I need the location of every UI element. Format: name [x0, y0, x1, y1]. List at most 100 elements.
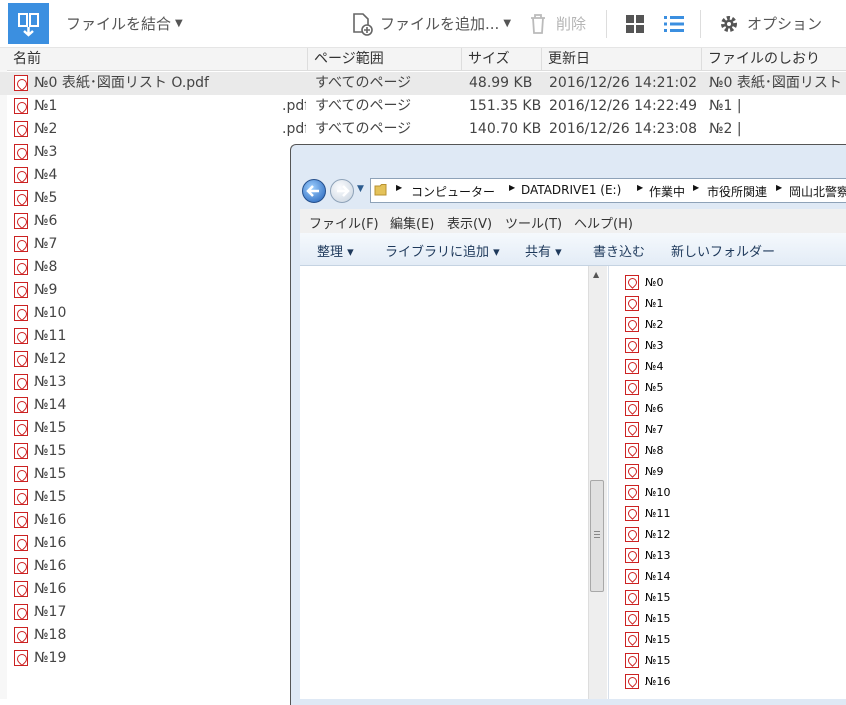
- file-name: №7: [34, 236, 58, 252]
- page-range: すべてのページ: [315, 121, 412, 137]
- explorer-file-name: №11: [645, 507, 671, 520]
- explorer-file-name: №15: [645, 654, 671, 667]
- pdf-file-icon: [625, 506, 639, 521]
- scroll-up-arrow-icon[interactable]: ▲: [593, 270, 599, 279]
- pdf-file-icon: [625, 485, 639, 500]
- pdf-file-icon: [625, 422, 639, 437]
- pdf-file-icon: [14, 650, 28, 666]
- breadcrumb-separator-icon: ▶: [396, 183, 403, 192]
- pdf-file-icon: [14, 443, 28, 459]
- file-name: №13: [34, 374, 67, 390]
- pdf-file-icon: [14, 627, 28, 643]
- breadcrumb-working[interactable]: 作業中: [649, 183, 685, 200]
- address-bar[interactable]: ▶ コンピューター ▶ DATADRIVE1 (E:) ▶ 作業中 ▶ 市役所関…: [370, 178, 846, 203]
- pdf-file-icon: [14, 581, 28, 597]
- burn-button[interactable]: 書き込む: [593, 241, 645, 260]
- file-name: №14: [34, 397, 67, 413]
- new-folder-button[interactable]: 新しいフォルダー: [671, 241, 775, 260]
- breadcrumb-city-office[interactable]: 市役所関連: [707, 183, 767, 200]
- breadcrumb-drive[interactable]: DATADRIVE1 (E:): [521, 183, 621, 197]
- pdf-file-icon: [14, 236, 28, 252]
- explorer-navigation-pane[interactable]: [300, 266, 609, 699]
- pdf-file-icon: [625, 632, 639, 647]
- pdf-file-icon: [625, 464, 639, 479]
- pdf-file-icon: [625, 569, 639, 584]
- history-dropdown-icon[interactable]: ▼: [357, 184, 364, 194]
- column-name[interactable]: 名前: [7, 48, 308, 70]
- toolbar-divider: [606, 10, 607, 38]
- file-bookmark: №1 |: [709, 98, 742, 114]
- file-name: №0 表紙･図面リスト O.pdf: [34, 75, 209, 91]
- breadcrumb-separator-icon: ▶: [776, 183, 783, 192]
- menu-edit[interactable]: 編集(E): [390, 213, 434, 232]
- file-name: №15: [34, 489, 67, 505]
- forward-button[interactable]: [330, 179, 354, 203]
- file-size: 151.35 KB: [469, 98, 541, 114]
- forward-arrow-icon: [337, 185, 350, 197]
- explorer-file-name: №15: [645, 633, 671, 646]
- file-size: 140.70 KB: [469, 121, 541, 137]
- file-name: №2: [34, 121, 58, 137]
- navigation-scroll-thumb[interactable]: [590, 480, 604, 592]
- combine-app-icon[interactable]: [8, 3, 49, 44]
- file-name: №3: [34, 144, 58, 160]
- column-bookmark[interactable]: ファイルのしおり: [702, 48, 846, 70]
- pdf-file-icon: [14, 604, 28, 620]
- back-button[interactable]: [302, 179, 326, 203]
- pdf-file-icon: [14, 420, 28, 436]
- add-files-button[interactable]: ファイルを追加... ▼: [350, 0, 511, 47]
- menu-view[interactable]: 表示(V): [447, 213, 492, 232]
- file-name: №16: [34, 581, 67, 597]
- options-button[interactable]: オプション: [718, 0, 822, 47]
- explorer-file-name: №10: [645, 486, 671, 499]
- grid-view-button[interactable]: [625, 0, 645, 47]
- delete-button[interactable]: 削除: [528, 0, 586, 47]
- pdf-file-icon: [14, 121, 28, 137]
- list-view-button[interactable]: [663, 0, 685, 47]
- explorer-file-name: №3: [645, 339, 664, 352]
- pdf-file-icon: [625, 590, 639, 605]
- column-modified-date[interactable]: 更新日: [542, 48, 702, 70]
- page-range: すべてのページ: [315, 75, 412, 91]
- explorer-file-name: №12: [645, 528, 671, 541]
- table-row[interactable]: №1 .pdf すべてのページ 151.35 KB 2016/12/26 14:22:4…: [0, 95, 846, 118]
- pdf-file-icon: [14, 489, 28, 505]
- column-size[interactable]: サイズ: [462, 48, 542, 70]
- breadcrumb-computer[interactable]: コンピューター: [411, 183, 495, 200]
- pdf-file-icon: [14, 397, 28, 413]
- breadcrumb-folder[interactable]: 岡山北警察: [789, 183, 846, 200]
- pdf-file-icon: [625, 401, 639, 416]
- file-extension: .pdf: [282, 98, 306, 114]
- toolbar-divider: [700, 10, 701, 38]
- explorer-file-name: №4: [645, 360, 664, 373]
- modified-date: 2016/12/26 14:22:49: [549, 98, 698, 114]
- table-row[interactable]: №0 表紙･図面リスト O.pdf すべてのページ 48.99 KB 2016/12/…: [0, 72, 846, 95]
- menu-file[interactable]: ファイル(F): [309, 213, 379, 232]
- file-name: №10: [34, 305, 67, 321]
- table-row[interactable]: №2 .pdf すべてのページ 140.70 KB 2016/12/26 14:23:0…: [0, 118, 846, 141]
- chevron-down-icon: ▼: [175, 18, 183, 29]
- organize-button[interactable]: 整理 ▾: [317, 241, 354, 260]
- share-button[interactable]: 共有 ▾: [525, 241, 562, 260]
- grid-view-icon: [626, 14, 644, 33]
- column-page-range[interactable]: ページ範囲: [308, 48, 462, 70]
- pdf-file-icon: [625, 527, 639, 542]
- add-to-library-button[interactable]: ライブラリに追加 ▾: [385, 241, 500, 260]
- explorer-file-name: №13: [645, 549, 671, 562]
- file-name: №19: [34, 650, 67, 666]
- page-range: すべてのページ: [315, 98, 412, 114]
- explorer-command-bar: 整理 ▾ ライブラリに追加 ▾ 共有 ▾ 書き込む 新しいフォルダー: [300, 233, 846, 266]
- pdf-file-icon: [625, 296, 639, 311]
- explorer-file-name: №5: [645, 381, 664, 394]
- gear-icon: [721, 15, 737, 32]
- pdf-file-icon: [625, 653, 639, 668]
- explorer-menubar: ファイル(F) 編集(E) 表示(V) ツール(T) ヘルプ(H): [300, 209, 846, 233]
- menu-help[interactable]: ヘルプ(H): [574, 213, 633, 232]
- menu-tools[interactable]: ツール(T): [505, 213, 562, 232]
- pdf-file-icon: [625, 317, 639, 332]
- merge-files-button[interactable]: ファイルを結合 ▼: [66, 0, 183, 47]
- pdf-file-icon: [14, 167, 28, 183]
- file-name: №15: [34, 420, 67, 436]
- explorer-file-name: №16: [645, 675, 671, 688]
- file-name: №16: [34, 512, 67, 528]
